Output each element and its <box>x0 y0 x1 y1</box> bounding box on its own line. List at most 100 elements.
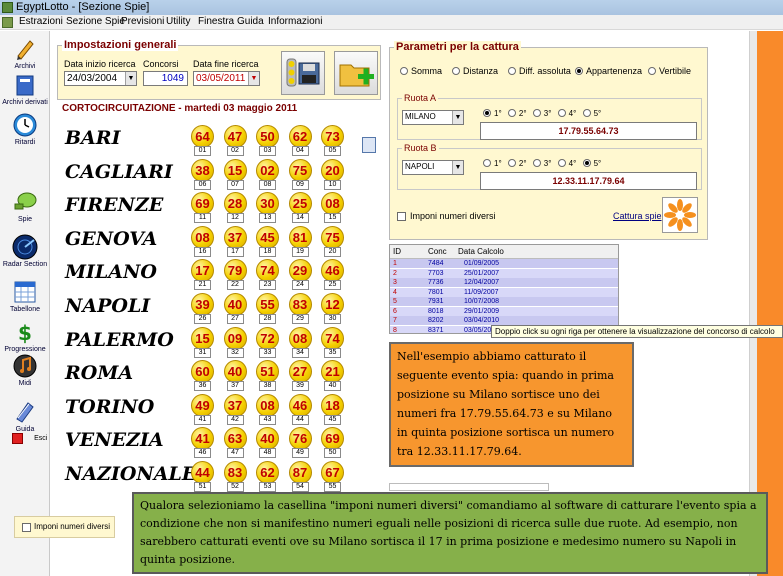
table-row[interactable]: 4 7801 11/09/2007 <box>390 287 618 297</box>
lotto-ball[interactable]: 29 <box>288 259 312 283</box>
lotto-ball[interactable]: 62 <box>288 125 312 148</box>
ruota-b-select[interactable]: NAPOLI ▼ <box>402 160 464 175</box>
lotto-ball[interactable]: 27 <box>288 360 312 384</box>
sidebar-item-spie[interactable]: Spie <box>0 189 50 223</box>
lotto-ball[interactable]: 25 <box>288 192 312 216</box>
copy-icon[interactable] <box>362 137 376 153</box>
lotto-ball[interactable]: 41 <box>191 427 214 451</box>
lotto-ball[interactable]: 08 <box>191 225 214 249</box>
lotto-ball[interactable]: 72 <box>256 326 279 350</box>
lotto-ball[interactable]: 40 <box>223 360 247 384</box>
lotto-ball[interactable]: 49 <box>191 393 214 417</box>
lotto-ball[interactable]: 74 <box>321 326 344 350</box>
lotto-ball[interactable]: 51 <box>256 360 279 384</box>
lotto-ball[interactable]: 20 <box>321 158 344 182</box>
start-date-field[interactable]: 24/03/2004 ▼ <box>64 71 137 86</box>
lotto-ball[interactable]: 75 <box>321 225 344 249</box>
lotto-ball[interactable]: 02 <box>256 158 279 182</box>
mode-radio-appartenenza[interactable]: Appartenenza <box>575 66 642 76</box>
lotto-ball[interactable]: 40 <box>223 293 247 316</box>
lotto-ball[interactable]: 83 <box>288 293 312 316</box>
lotto-ball[interactable]: 69 <box>321 427 344 451</box>
ruota-b-positions[interactable]: 1° 2° 3° 4° 5° <box>483 159 601 168</box>
sidebar-item-ritardi[interactable]: Ritardi <box>0 112 50 146</box>
save-button[interactable] <box>281 51 325 95</box>
sidebar-item-archivi-derivati[interactable]: Archivi derivati <box>0 72 50 106</box>
bottom-distinct-checkbox[interactable] <box>22 523 31 532</box>
open-folder-button[interactable] <box>334 51 378 95</box>
menu-guida[interactable]: Guida <box>237 16 264 27</box>
ruota-a-select[interactable]: MILANO ▼ <box>402 110 464 125</box>
table-row[interactable]: 1 7484 01/09/2005 <box>390 259 618 268</box>
sidebar-item-midi[interactable]: Midi <box>0 353 50 387</box>
document-icon[interactable] <box>2 17 13 28</box>
table-row[interactable]: 5 7931 10/07/2008 <box>390 297 618 306</box>
menu-previsioni[interactable]: Previsioni <box>121 16 164 27</box>
sidebar-item-esci[interactable]: Esci <box>0 432 50 444</box>
lotto-ball[interactable]: 18 <box>321 393 344 417</box>
contests-field[interactable]: 1049 <box>143 71 188 86</box>
lotto-ball[interactable]: 21 <box>321 360 344 384</box>
lotto-ball[interactable]: 69 <box>191 192 214 216</box>
lotto-ball[interactable]: 64 <box>191 125 214 148</box>
lotto-ball[interactable]: 08 <box>321 192 344 216</box>
lotto-ball[interactable]: 46 <box>288 393 312 417</box>
lotto-ball[interactable]: 44 <box>191 461 214 484</box>
capture-spie-link[interactable]: Cattura spie <box>613 211 662 221</box>
lotto-ball[interactable]: 38 <box>191 158 214 182</box>
lotto-ball[interactable]: 83 <box>223 461 247 484</box>
lotto-ball[interactable]: 60 <box>191 360 214 384</box>
lotto-ball[interactable]: 74 <box>256 259 279 283</box>
mode-radio-distanza[interactable]: Distanza <box>452 66 498 76</box>
lotto-ball[interactable]: 40 <box>256 427 279 451</box>
lotto-ball[interactable]: 15 <box>191 326 214 350</box>
lotto-ball[interactable]: 79 <box>223 259 247 283</box>
table-row[interactable]: 7 8202 03/04/2010 <box>390 316 618 325</box>
lotto-ball[interactable]: 45 <box>256 225 279 249</box>
sidebar-item-guida[interactable]: Guida <box>0 399 50 433</box>
table-row[interactable]: 6 8018 29/01/2009 <box>390 306 618 316</box>
lotto-ball[interactable]: 37 <box>223 393 247 417</box>
lotto-ball[interactable]: 37 <box>223 225 247 249</box>
table-row[interactable]: 2 7703 25/01/2007 <box>390 268 618 278</box>
distinct-numbers-checkbox[interactable] <box>397 212 406 221</box>
lotto-ball[interactable]: 15 <box>223 158 247 182</box>
lotto-ball[interactable]: 08 <box>256 393 279 417</box>
menu-utility[interactable]: Utility <box>166 16 190 27</box>
lotto-ball[interactable]: 67 <box>321 461 344 484</box>
menu-informazioni[interactable]: Informazioni <box>268 16 322 27</box>
end-date-field[interactable]: 03/05/2011 ▼ <box>193 71 260 86</box>
lotto-ball[interactable]: 75 <box>288 158 312 182</box>
menu-sezione-spie[interactable]: Sezione Spie <box>66 16 125 27</box>
lotto-ball[interactable]: 47 <box>223 125 247 148</box>
lotto-ball[interactable]: 46 <box>321 259 344 283</box>
mode-radio-somma[interactable]: Somma <box>400 66 442 76</box>
sidebar-item-archivi[interactable]: Archivi <box>0 36 50 70</box>
lotto-ball[interactable]: 30 <box>256 192 279 216</box>
col-date[interactable]: Data Calcolo <box>458 247 504 256</box>
col-conc[interactable]: Conc <box>428 247 447 256</box>
table-row[interactable]: 3 7736 12/04/2007 <box>390 278 618 287</box>
lotto-ball[interactable]: 81 <box>288 225 312 249</box>
lotto-ball[interactable]: 73 <box>321 125 344 148</box>
lotto-ball[interactable]: 09 <box>223 326 247 350</box>
lotto-ball[interactable]: 39 <box>191 293 214 316</box>
lotto-ball[interactable]: 50 <box>256 125 279 148</box>
sidebar-item-tabellone[interactable]: Tabellone <box>0 279 50 313</box>
capture-button[interactable] <box>662 197 698 233</box>
lotto-ball[interactable]: 76 <box>288 427 312 451</box>
lotto-ball[interactable]: 62 <box>256 461 279 484</box>
ruota-a-positions[interactable]: 1° 2° 3° 4° 5° <box>483 109 601 118</box>
lotto-ball[interactable]: 63 <box>223 427 247 451</box>
lotto-ball[interactable]: 55 <box>256 293 279 316</box>
mode-radio-diff[interactable]: Diff. assoluta <box>508 66 571 76</box>
menu-estrazioni[interactable]: Estrazioni <box>19 16 63 27</box>
sidebar-item-progressione[interactable]: $ Progressione <box>0 319 50 353</box>
lotto-ball[interactable]: 87 <box>288 461 312 484</box>
mode-radio-vertibile[interactable]: Vertibile <box>648 66 691 76</box>
col-id[interactable]: ID <box>393 247 401 256</box>
lotto-ball[interactable]: 28 <box>223 192 247 216</box>
sidebar-item-radar[interactable]: Radar Section <box>0 234 50 268</box>
lotto-ball[interactable]: 12 <box>321 293 344 316</box>
lotto-ball[interactable]: 17 <box>191 259 214 283</box>
